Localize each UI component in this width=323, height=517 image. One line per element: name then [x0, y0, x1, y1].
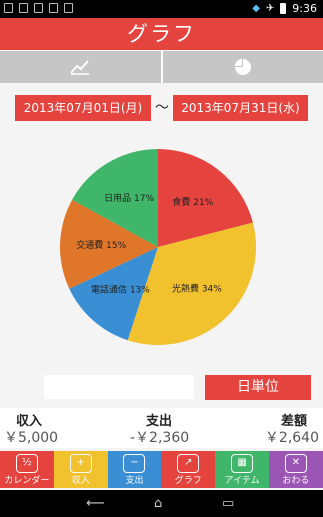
item-icon: ▦ — [231, 454, 254, 473]
wifi-icon: ◆ — [252, 3, 260, 14]
notification-icon — [4, 3, 13, 13]
bottom-navigation: ½ カレンダー + 収入 − 支出 ↗ グラフ ▦ アイテム ✕ おわる — [0, 451, 323, 488]
airplane-icon: ✈ — [265, 3, 275, 14]
expense-pie-chart: 食費 21% 光熱費 34% 電話通信 13% 交通費 15% 日用品 17% — [60, 149, 256, 345]
notification-icon — [49, 3, 58, 13]
system-navigation-bar: ⟵ ⌂ ▭ — [0, 490, 323, 517]
home-icon[interactable]: ⌂ — [154, 496, 162, 511]
income-value: ￥5,000 — [4, 430, 59, 446]
nav-exit-button[interactable]: ✕ おわる — [268, 451, 323, 488]
summary-panel: 収入 ￥5,000 支出 -￥2,360 差額 ￥2,640 — [0, 408, 323, 448]
pie-slice-label: 光熱費 34% — [172, 282, 222, 294]
difference-value: ￥2,640 — [264, 430, 319, 446]
graph-icon: ↗ — [177, 454, 200, 473]
pie-slice-label: 食費 21% — [172, 196, 213, 208]
recent-apps-icon[interactable]: ▭ — [222, 496, 234, 511]
notification-icon — [64, 3, 73, 13]
pie-slice-label: 交通費 15% — [76, 239, 126, 251]
unit-display-field — [44, 375, 194, 399]
nav-calendar-button[interactable]: ½ カレンダー — [0, 451, 54, 488]
start-date-button[interactable]: 2013年07月01日(月) — [15, 95, 151, 121]
notification-icon — [34, 3, 43, 13]
nav-expense-button[interactable]: − 支出 — [107, 451, 162, 488]
date-range-separator: 〜 — [155, 100, 169, 116]
line-chart-icon — [70, 60, 90, 75]
nav-income-button[interactable]: + 収入 — [53, 451, 108, 488]
income-icon: + — [69, 454, 92, 473]
notification-icons — [4, 3, 73, 13]
clock: 9:36 — [292, 2, 317, 15]
nav-graph-button[interactable]: ↗ グラフ — [161, 451, 216, 488]
page-title: グラフ — [0, 18, 323, 50]
chart-type-tabs — [0, 51, 323, 83]
unit-button[interactable]: 日単位 — [205, 375, 311, 400]
notification-icon — [19, 3, 28, 13]
expense-value: -￥2,360 — [130, 430, 190, 446]
expense-icon: − — [123, 454, 146, 473]
back-icon[interactable]: ⟵ — [86, 496, 105, 511]
calendar-icon: ½ — [15, 454, 38, 473]
nav-item-button[interactable]: ▦ アイテム — [215, 451, 269, 488]
status-bar: ◆ ✈ 9:36 — [0, 0, 323, 18]
system-status: ◆ ✈ 9:36 — [252, 2, 317, 15]
pie-slice-label: 日用品 17% — [104, 193, 154, 204]
end-date-button[interactable]: 2013年07月31日(水) — [173, 95, 308, 121]
pie-slice-label: 電話通信 13% — [91, 284, 150, 296]
battery-icon — [280, 3, 287, 14]
tab-line-chart[interactable] — [0, 51, 161, 83]
tab-pie-chart[interactable] — [162, 51, 323, 83]
pie-chart-icon — [234, 59, 251, 75]
exit-icon: ✕ — [284, 454, 307, 473]
